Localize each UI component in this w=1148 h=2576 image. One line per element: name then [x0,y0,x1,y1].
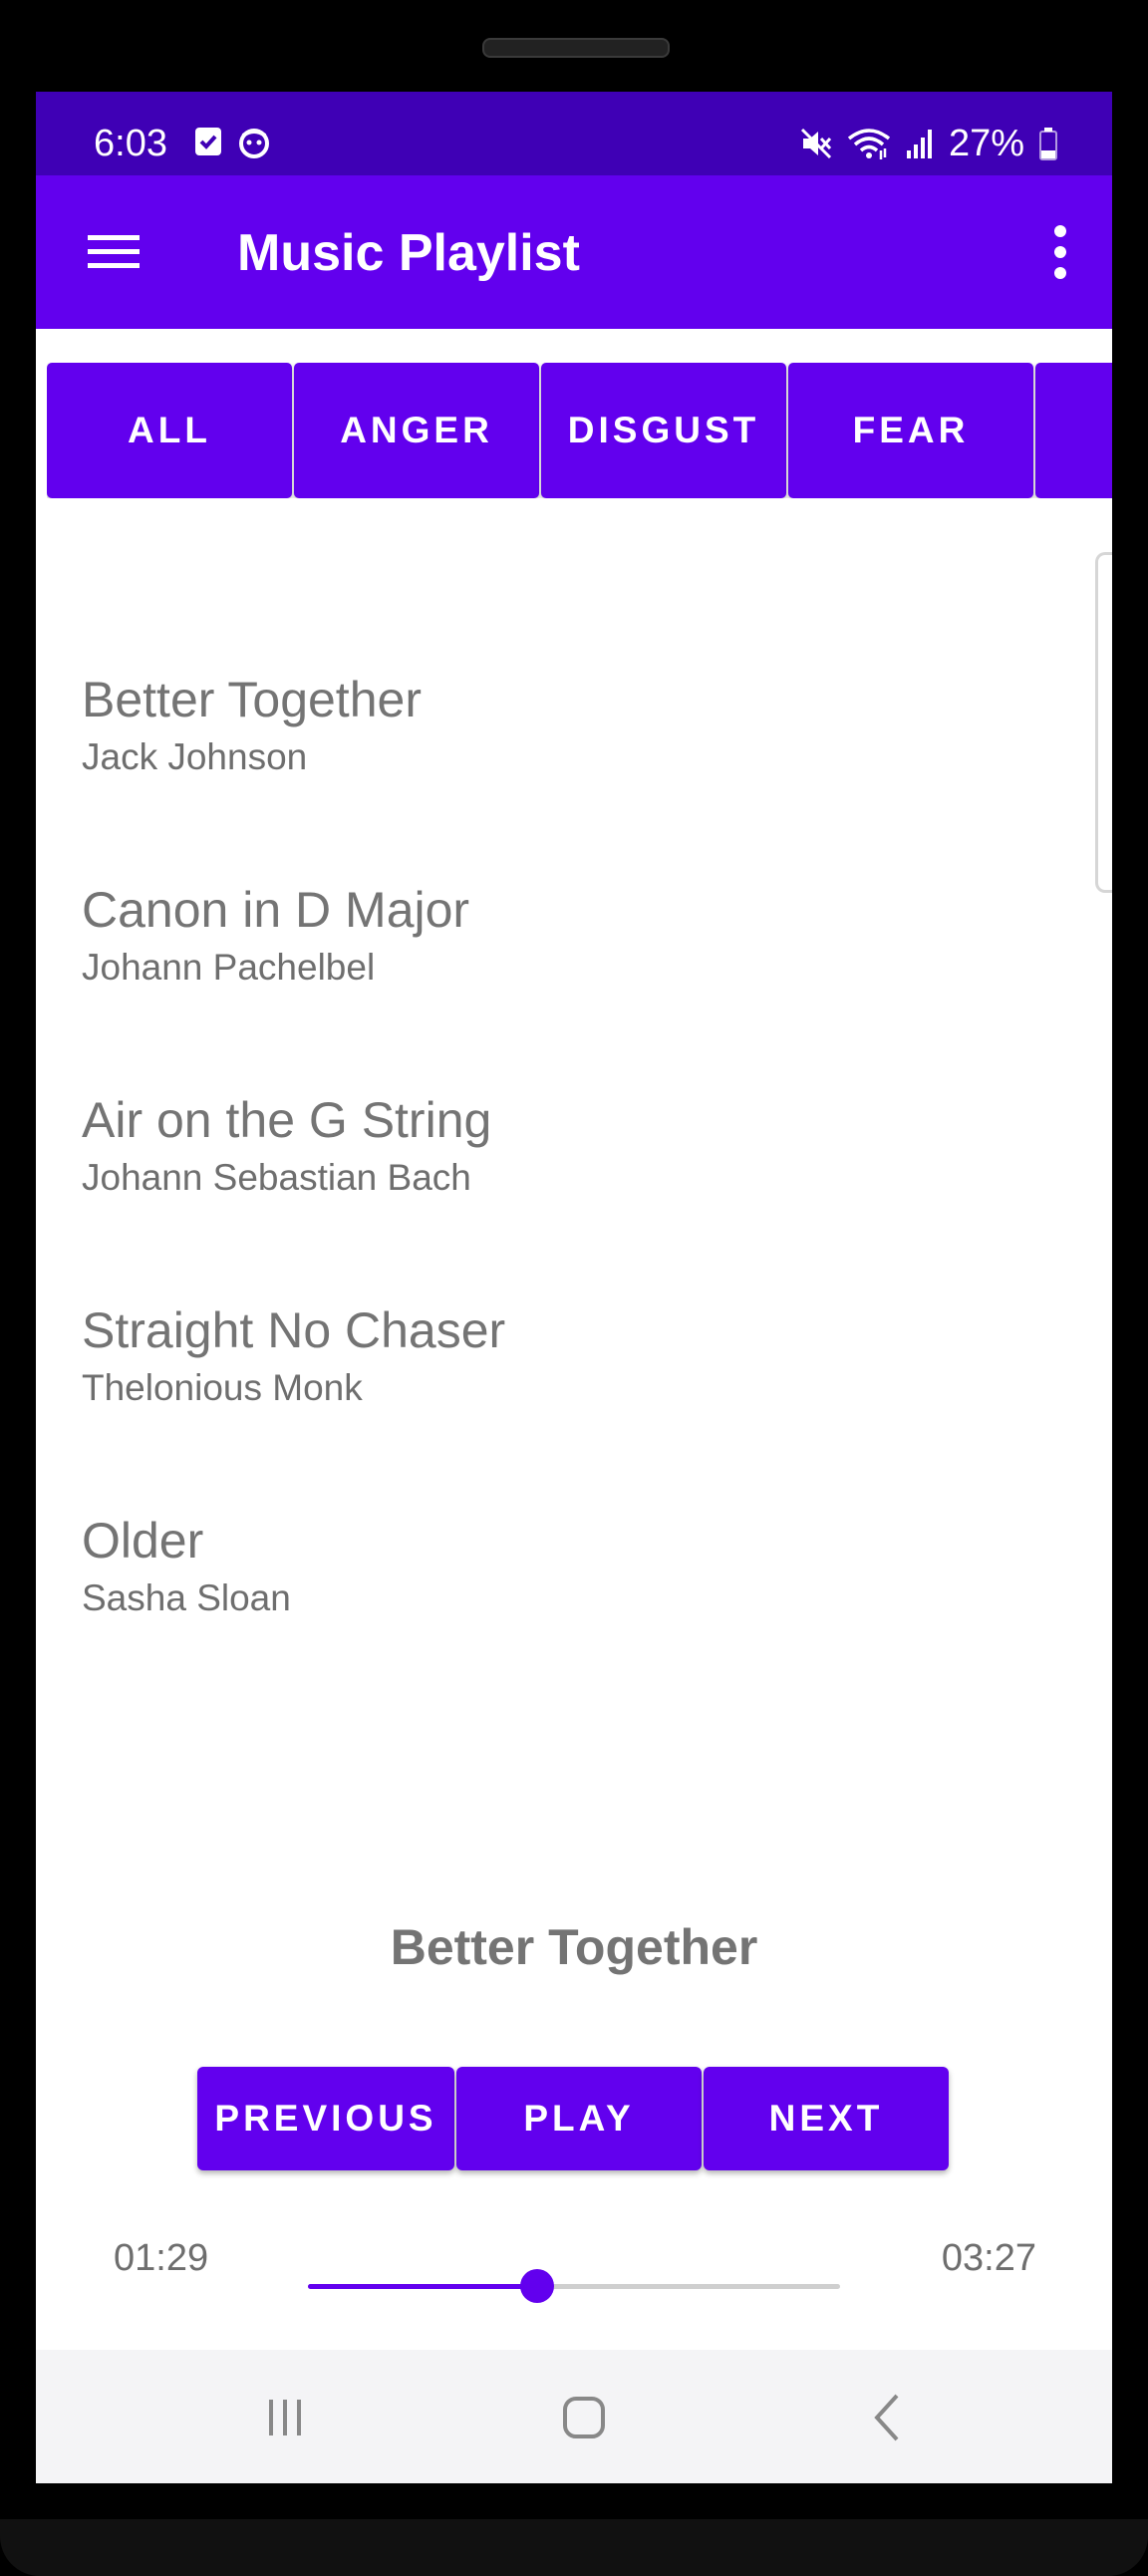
seek-progress [308,2284,537,2289]
tab-h[interactable]: H [1035,363,1112,498]
play-button[interactable]: PLAY [456,2067,702,2170]
home-icon[interactable] [554,2390,614,2445]
scroll-indicator[interactable] [1095,552,1112,893]
signal-icon [906,130,932,158]
song-title: Older [82,1513,204,1569]
seek-bar[interactable] [308,2269,840,2305]
status-time: 6:03 [94,123,167,164]
song-title: Canon in D Major [82,882,470,938]
task-check-icon [195,128,221,155]
song-artist: Johann Pachelbel [82,947,376,988]
player-controls: PREVIOUS PLAY NEXT [197,2067,955,2170]
wifi-icon [847,129,891,159]
tab-all[interactable]: ALL [47,363,292,498]
app-bar: Music Playlist [36,175,1112,329]
song-title: Better Together [82,672,422,727]
tab-anger[interactable]: ANGER [294,363,539,498]
app-title: Music Playlist [237,224,580,282]
phone-bottom-bezel [0,2519,1148,2576]
song-item[interactable]: Older Sasha Sloan [82,1511,979,1660]
status-right-icons: 27% [799,122,1058,165]
tab-disgust[interactable]: DISGUST [541,363,786,498]
song-artist: Johann Sebastian Bach [82,1157,471,1198]
battery-percent: 27% [948,123,1024,164]
song-item[interactable]: Straight No Chaser Thelonious Monk [82,1300,979,1450]
recent-apps-icon[interactable] [255,2390,315,2445]
back-icon[interactable] [859,2390,919,2445]
song-item[interactable]: Air on the G String Johann Sebastian Bac… [82,1090,979,1240]
song-item[interactable]: Better Together Jack Johnson [82,670,979,819]
status-left-icons [193,126,271,159]
elapsed-time: 01:29 [114,2237,209,2279]
face-icon [239,129,269,158]
seek-thumb[interactable] [519,2269,554,2303]
speaker-grille [482,38,670,58]
next-button[interactable]: NEXT [704,2067,949,2170]
hamburger-menu-icon[interactable] [86,223,142,279]
tab-fear[interactable]: FEAR [788,363,1033,498]
phone-frame: 6:03 27% Music Playlist ALL ANGER DISGUS… [0,0,1148,2576]
screen: 6:03 27% Music Playlist ALL ANGER DISGUS… [36,92,1112,2483]
mute-icon [800,128,832,159]
song-artist: Thelonious Monk [82,1367,363,1408]
now-playing-title: Better Together [390,1919,758,1975]
system-nav-bar [36,2350,1112,2483]
status-bar: 6:03 27% [36,92,1112,175]
song-artist: Sasha Sloan [82,1577,291,1618]
song-title: Air on the G String [82,1092,492,1148]
previous-button[interactable]: PREVIOUS [197,2067,454,2170]
battery-icon [1039,128,1057,160]
emotion-tabs: ALL ANGER DISGUST FEAR H [47,363,1112,498]
more-vert-icon[interactable] [1048,219,1072,285]
song-title: Straight No Chaser [82,1302,506,1358]
total-duration: 03:27 [941,2237,1036,2279]
song-item[interactable]: Canon in D Major Johann Pachelbel [82,880,979,1029]
song-artist: Jack Johnson [82,736,308,777]
